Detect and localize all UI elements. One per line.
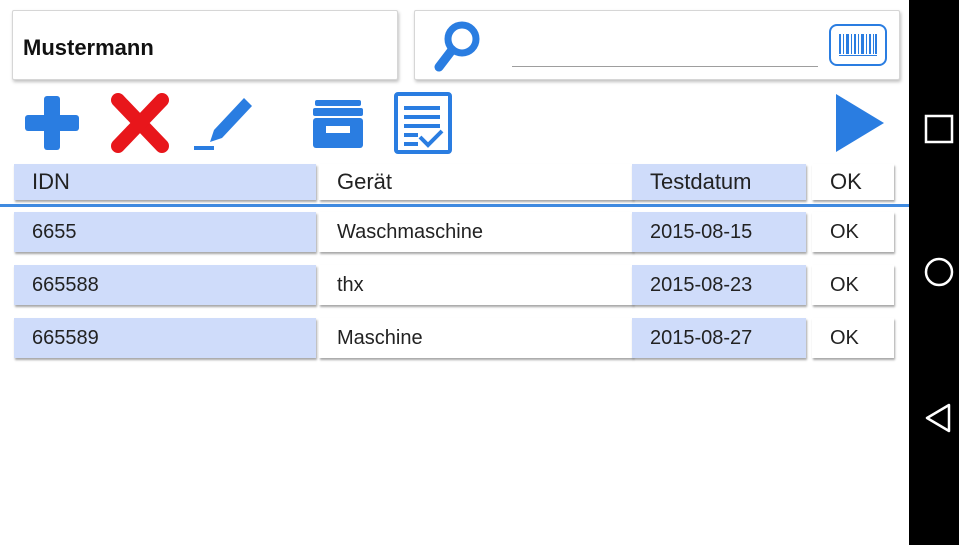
table-row[interactable]: 665588 thx 2015-08-23 OK [14, 265, 896, 305]
barcode-icon [839, 34, 877, 56]
recent-apps-icon[interactable] [924, 114, 954, 144]
column-header-ok[interactable]: OK [812, 164, 894, 200]
cell-test-date: 2015-08-27 [632, 318, 806, 358]
delete-button[interactable] [110, 92, 170, 154]
cell-device: Maschine [319, 318, 633, 358]
plus-icon [25, 96, 79, 150]
customer-name-label: Mustermann [23, 35, 154, 60]
cell-device: thx [319, 265, 633, 305]
app-screen: Mustermann IDN Gerät Testdatum OK 6655 W… [0, 0, 909, 545]
archive-button[interactable] [310, 92, 366, 154]
column-header-device[interactable]: Gerät [319, 164, 633, 200]
x-icon [111, 93, 169, 153]
barcode-scan-button[interactable] [829, 24, 887, 66]
report-button[interactable] [390, 92, 456, 154]
cell-test-date: 2015-08-23 [632, 265, 806, 305]
pencil-icon [194, 98, 252, 150]
table-header: IDN Gerät Testdatum OK [14, 164, 896, 200]
next-button[interactable] [832, 92, 888, 154]
checklist-icon [394, 92, 452, 154]
archive-box-icon [313, 100, 363, 148]
cell-device: Waschmaschine [319, 212, 633, 252]
table-row[interactable]: 665589 Maschine 2015-08-27 OK [14, 318, 896, 358]
column-header-test-date[interactable]: Testdatum [632, 164, 806, 200]
cell-idn: 665589 [14, 318, 316, 358]
table-row[interactable]: 6655 Waschmaschine 2015-08-15 OK [14, 212, 896, 252]
search-icon[interactable] [427, 17, 487, 77]
column-header-idn[interactable]: IDN [14, 164, 316, 200]
search-input[interactable] [512, 33, 818, 67]
cell-ok[interactable]: OK [812, 212, 894, 252]
search-bar [414, 10, 900, 80]
edit-button[interactable] [192, 92, 256, 154]
back-icon[interactable] [923, 402, 955, 434]
home-icon[interactable] [923, 256, 955, 288]
cell-ok[interactable]: OK [812, 318, 894, 358]
header-divider [0, 204, 909, 207]
cell-idn: 665588 [14, 265, 316, 305]
system-navigation-bar [909, 0, 959, 545]
cell-ok[interactable]: OK [812, 265, 894, 305]
cell-test-date: 2015-08-15 [632, 212, 806, 252]
play-arrow-icon [836, 94, 884, 152]
cell-idn: 6655 [14, 212, 316, 252]
customer-name-field[interactable]: Mustermann [12, 10, 398, 80]
add-button[interactable] [24, 92, 80, 154]
